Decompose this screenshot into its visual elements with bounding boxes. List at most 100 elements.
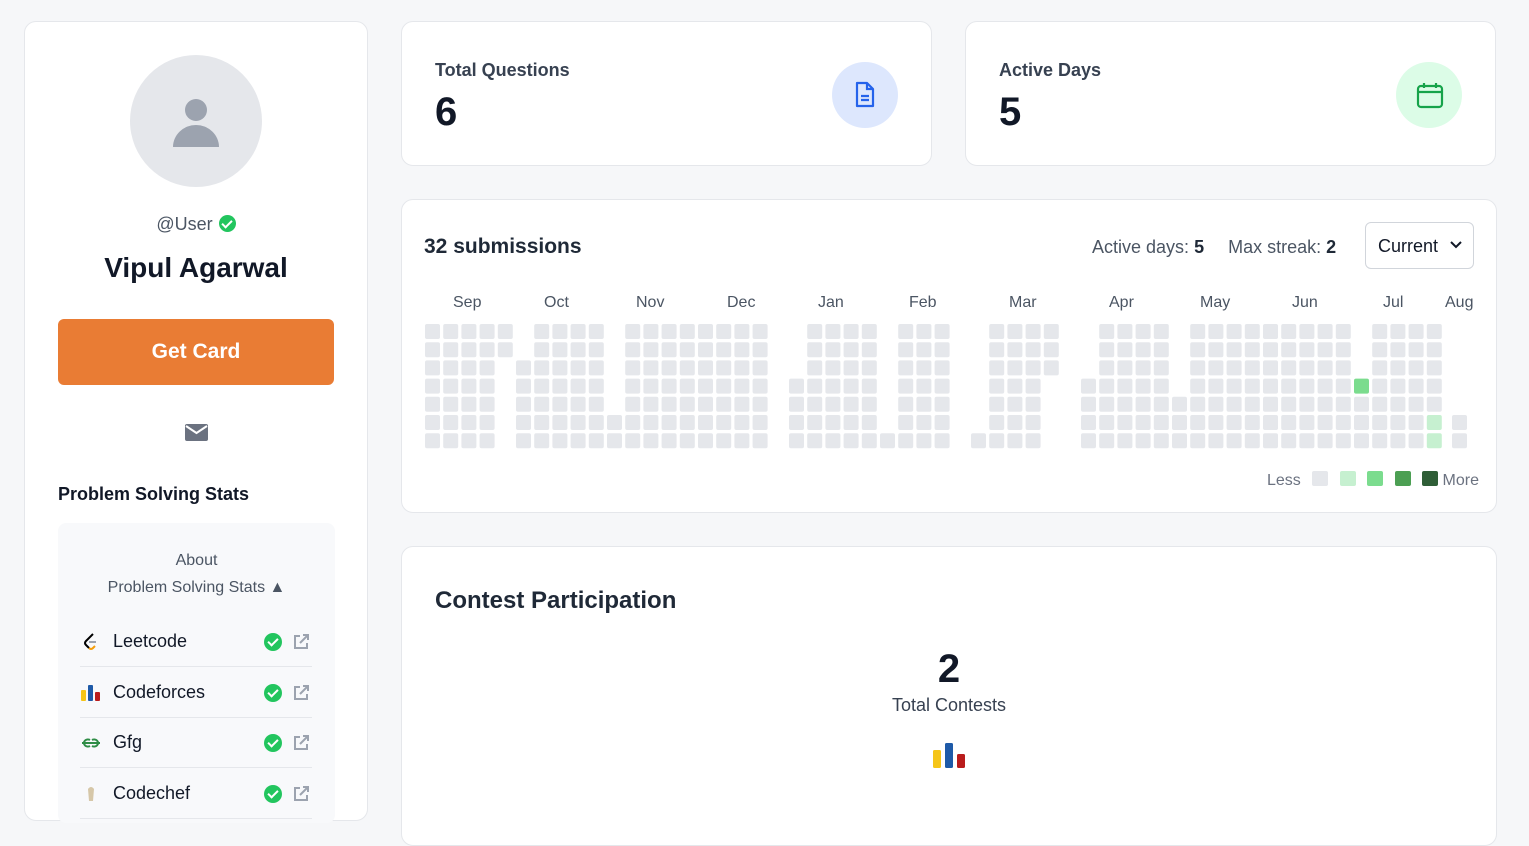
heatmap-cell [1117,378,1133,394]
heatmap-cell [825,324,841,339]
heatmap-cell [1263,360,1278,376]
heatmap-cell [698,433,713,449]
heatmap-cell [1025,342,1041,358]
heatmap-cell [516,396,531,412]
about-toggle[interactable]: About Problem Solving Stats ▲ [58,547,335,601]
heatmap-cell [734,324,750,339]
heatmap-cell [1390,433,1406,449]
total-contests-value: 2 [937,647,961,691]
external-link-icon[interactable] [291,733,311,753]
heatmap-cell [479,324,495,339]
heatmap-cell [552,378,568,394]
heatmap-cell [1099,396,1115,412]
heatmap-cell [825,360,841,376]
external-link-icon[interactable] [291,683,311,703]
heatmap-cell [479,378,495,394]
heatmap-cell [1135,360,1151,376]
heatmap-cell [1244,342,1260,358]
heatmap-cell [1025,415,1041,430]
calendar-icon [1396,62,1462,128]
heatmap-cell [534,342,550,358]
heatmap-cell [934,433,950,449]
heatmap-cell [752,396,768,412]
heatmap-cell [1299,433,1315,449]
heatmap-cell [789,378,804,394]
heatmap-cell [716,324,732,339]
heatmap-cell [1317,360,1333,376]
heatmap-cell [552,342,568,358]
heatmap-cell [461,342,477,358]
get-card-button[interactable]: Get Card [58,319,334,385]
heatmap-cell [1299,342,1315,358]
platform-row-gfg: Gfg [80,718,312,768]
heatmap-cell [1426,415,1442,430]
external-link-icon[interactable] [291,784,311,804]
heatmap-cell [1281,433,1297,449]
heatmap-cell [443,324,459,339]
heatmap-cell [1408,433,1424,449]
heatmap-cell [1007,378,1023,394]
platform-row-codechef: Codechef [80,769,312,819]
heatmap-cell [1408,360,1424,376]
heatmap-cell [1317,378,1333,394]
heatmap-cell [916,396,932,412]
heatmap-cell [1372,415,1388,430]
heatmap-cell [716,378,732,394]
heatmap-cell [1007,415,1023,430]
heatmap-cell [479,360,495,376]
heatmap-cell [552,324,568,339]
heatmap-legend: Less More [1267,471,1479,490]
heatmap-cell [861,342,877,358]
legend-swatch-1 [1339,471,1356,486]
platform-row-codeforces: Codeforces [80,668,312,718]
heatmap-cell [1172,433,1187,449]
heatmap-cell [1244,433,1260,449]
heatmap-cell [1335,342,1351,358]
platform-name: Codechef [113,783,191,803]
heatmap-cell [1452,415,1467,430]
heatmap-cell [734,360,750,376]
heatmap-cell [661,324,677,339]
heatmap-cell [425,433,440,449]
heatmap-cell [934,396,950,412]
legend-swatch-2 [1367,471,1384,486]
heatmap-cell [843,378,859,394]
heatmap-cell [1025,324,1041,339]
heatmap-cell [1208,378,1224,394]
heatmap-cell [679,342,695,358]
heatmap-cell [916,324,932,339]
heatmap-cell [1390,324,1406,339]
heatmap-cell [989,324,1005,339]
heatmap-cell [1281,378,1297,394]
heatmap-cell [1263,378,1278,394]
heatmap-cell [1372,360,1388,376]
heatmap-cell [1025,378,1041,394]
heatmap-cell [1117,433,1133,449]
external-link-icon[interactable] [291,632,311,652]
heatmap-cell [1335,324,1351,339]
heatmap-cell [1390,342,1406,358]
heatmap-cell [1281,342,1297,358]
heatmap-cell [1153,433,1169,449]
codeforces-icon [81,685,100,701]
heatmap-cell [1153,415,1169,430]
check-icon [264,684,282,702]
heatmap-cell [661,415,677,430]
heatmap-cell [1153,324,1169,339]
heatmap-cell [1226,433,1242,449]
heatmap-cell [1117,324,1133,339]
heatmap-cell [1317,433,1333,449]
mail-icon[interactable] [185,424,208,441]
heatmap-cell [1117,342,1133,358]
heatmap-cell [807,378,823,394]
heatmap-cell [643,324,659,339]
heatmap-cell [479,342,495,358]
heatmap-cell [807,360,823,376]
heatmap-cell [643,360,659,376]
heatmap-cell [1190,324,1206,339]
heatmap-cell [1153,342,1169,358]
heatmap-cell [1208,360,1224,376]
heatmap-cell [989,433,1005,449]
heatmap-cell [534,396,550,412]
heatmap-cell [1226,342,1242,358]
